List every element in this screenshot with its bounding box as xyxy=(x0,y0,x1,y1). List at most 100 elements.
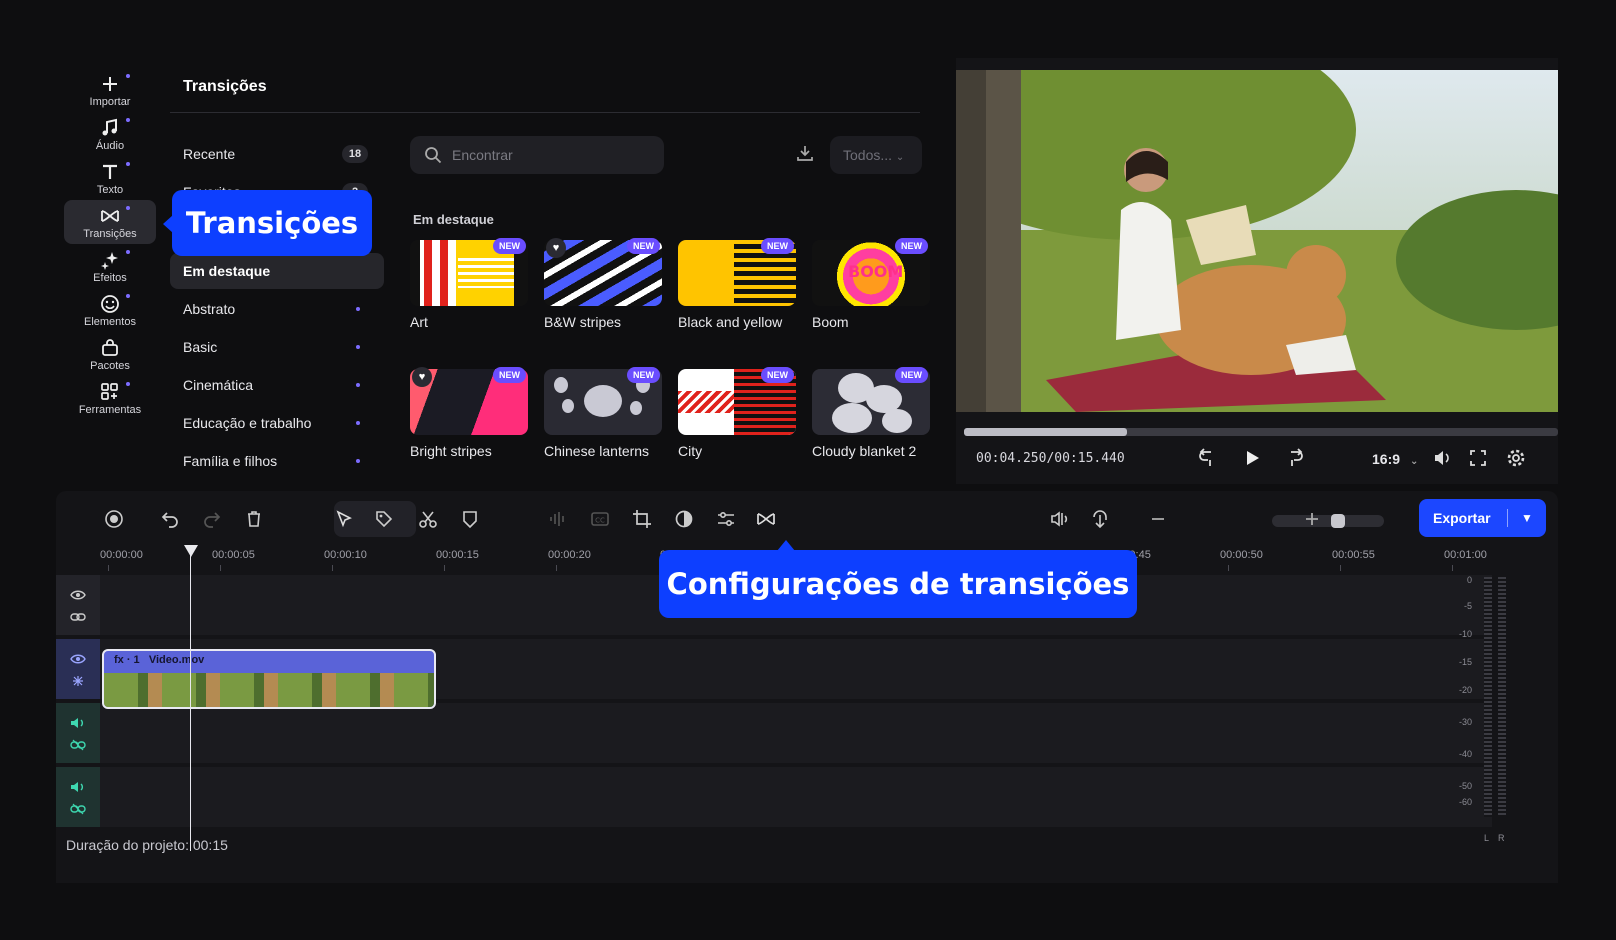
magic-effects-icon[interactable] xyxy=(70,675,86,687)
crop-button[interactable] xyxy=(628,505,656,533)
new-dot xyxy=(356,345,360,349)
category-basic[interactable]: Basic xyxy=(170,329,384,365)
ruler-time-label: 00:00:15 xyxy=(436,549,479,561)
rail-label: Pacotes xyxy=(90,360,130,372)
chevron-down-icon[interactable]: ▼ xyxy=(1521,499,1533,537)
zoom-slider-handle[interactable] xyxy=(1330,514,1345,528)
rail-text[interactable]: Texto xyxy=(64,156,156,200)
rail-label: Efeitos xyxy=(93,272,127,284)
adjust-button[interactable] xyxy=(712,505,740,533)
ruler-tick xyxy=(1452,565,1453,571)
undo-button[interactable] xyxy=(156,505,184,533)
category-label: Em destaque xyxy=(183,263,271,279)
meter-channel-label: L xyxy=(1484,833,1490,843)
play-icon[interactable] xyxy=(1242,448,1262,468)
search-input[interactable] xyxy=(452,136,652,174)
rail-transitions[interactable]: Transições xyxy=(64,200,156,244)
audio-detach-button[interactable] xyxy=(544,505,572,533)
filter-dropdown[interactable]: Todos... ⌄ xyxy=(830,136,922,174)
tag-tool-button[interactable] xyxy=(370,505,398,533)
seek-bar[interactable] xyxy=(964,428,1558,436)
playhead-handle[interactable] xyxy=(184,545,198,557)
transition-tile-boom[interactable]: BOOM NEW Boom xyxy=(812,238,930,332)
captions-cc-icon: CC xyxy=(591,512,609,526)
callout-text: Transições xyxy=(185,206,359,240)
heart-icon[interactable]: ♥ xyxy=(546,238,566,258)
ruler-time-label: 00:01:00 xyxy=(1444,549,1487,561)
rail-packs[interactable]: Pacotes xyxy=(64,332,156,376)
category-recent[interactable]: Recente 18 xyxy=(170,136,384,172)
meter-db-label: -20 xyxy=(1458,685,1472,695)
rail-audio[interactable]: Áudio xyxy=(64,112,156,156)
search-box[interactable] xyxy=(410,136,664,174)
category-education-work[interactable]: Educação e trabalho xyxy=(170,405,384,441)
new-badge: NEW xyxy=(761,367,794,383)
zoom-in-button[interactable] xyxy=(1298,505,1326,533)
rail-import[interactable]: Importar xyxy=(64,68,156,112)
transition-tile-art[interactable]: NEW Art xyxy=(410,238,528,332)
category-abstract[interactable]: Abstrato xyxy=(170,291,384,327)
transition-tile-bright-stripes[interactable]: ♥ NEW Bright stripes xyxy=(410,367,528,461)
select-tool-button[interactable] xyxy=(330,505,358,533)
eye-icon[interactable] xyxy=(70,653,86,665)
audio-split-icon xyxy=(1051,511,1068,527)
undo-step-icon[interactable] xyxy=(1198,448,1218,468)
rail-effects[interactable]: Efeitos xyxy=(64,244,156,288)
detach-audio-button[interactable] xyxy=(1046,505,1074,533)
category-featured[interactable]: Em destaque xyxy=(170,253,384,289)
transition-tile-city[interactable]: NEW City xyxy=(678,367,796,461)
redo-step-icon[interactable] xyxy=(1284,448,1304,468)
new-dot xyxy=(356,307,360,311)
transition-tile-chinese-lanterns[interactable]: NEW Chinese lanterns xyxy=(544,367,662,461)
color-button[interactable] xyxy=(670,505,698,533)
volume-icon[interactable] xyxy=(1432,448,1452,468)
rail-label: Elementos xyxy=(84,316,136,328)
rail-elements[interactable]: Elementos xyxy=(64,288,156,332)
record-button[interactable] xyxy=(100,505,128,533)
split-button[interactable] xyxy=(414,505,442,533)
transition-settings-button[interactable] xyxy=(752,505,780,533)
transition-tile-cloudy-blanket-2[interactable]: NEW Cloudy blanket 2 xyxy=(812,367,930,461)
meter-db-label: -60 xyxy=(1458,797,1472,807)
unlink-icon[interactable] xyxy=(70,739,86,751)
playhead[interactable] xyxy=(190,551,191,851)
transition-tile-bw-stripes[interactable]: ♥ NEW B&W stripes xyxy=(544,238,662,332)
download-icon[interactable] xyxy=(796,144,814,162)
zoom-slider[interactable] xyxy=(1272,514,1384,528)
contrast-circle-icon xyxy=(675,510,693,528)
new-dot xyxy=(126,206,130,210)
transition-tile-black-yellow[interactable]: NEW Black and yellow xyxy=(678,238,796,332)
new-badge: NEW xyxy=(493,238,526,254)
transition-name: Art xyxy=(410,314,428,330)
eye-icon[interactable] xyxy=(70,589,86,601)
fullscreen-icon[interactable] xyxy=(1468,448,1488,468)
smiley-icon xyxy=(101,295,119,313)
category-label: Abstrato xyxy=(183,301,236,317)
rail-label: Importar xyxy=(89,96,131,108)
heart-icon[interactable]: ♥ xyxy=(412,367,432,387)
export-button[interactable]: Exportar ▼ xyxy=(1419,499,1546,537)
rail-tools[interactable]: Ferramentas xyxy=(64,376,156,420)
aspect-ratio-selector[interactable]: 16:9 ⌄ xyxy=(1372,451,1418,467)
category-cinematic[interactable]: Cinemática xyxy=(170,367,384,403)
speaker-icon[interactable] xyxy=(70,781,86,793)
link-icon[interactable] xyxy=(70,611,86,623)
settings-gear-icon[interactable] xyxy=(1506,448,1526,468)
new-badge: NEW xyxy=(627,238,660,254)
new-dot xyxy=(126,74,130,78)
category-family-kids[interactable]: Família e filhos xyxy=(170,443,384,479)
snap-button[interactable] xyxy=(1086,505,1114,533)
redo-button[interactable] xyxy=(198,505,226,533)
video-clip[interactable]: fx · 1 Video.mov xyxy=(102,649,436,709)
captions-button[interactable]: CC xyxy=(586,505,614,533)
speaker-icon[interactable] xyxy=(70,717,86,729)
marker-button[interactable] xyxy=(456,505,484,533)
unlink-icon[interactable] xyxy=(70,803,86,815)
video-preview[interactable] xyxy=(956,70,1558,412)
category-label: Basic xyxy=(183,339,218,355)
minus-icon xyxy=(1152,518,1164,520)
transition-name: City xyxy=(678,443,703,459)
delete-button[interactable] xyxy=(240,505,268,533)
new-badge: NEW xyxy=(627,367,660,383)
zoom-out-button[interactable] xyxy=(1144,505,1172,533)
